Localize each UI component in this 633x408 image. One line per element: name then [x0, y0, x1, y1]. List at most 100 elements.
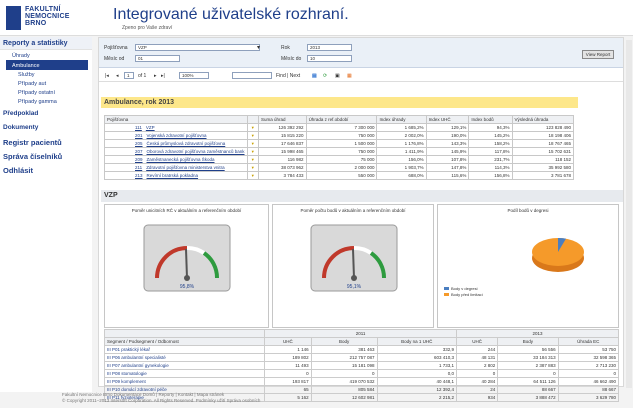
insurer-name-link[interactable]: Revírní bratrská pokladna	[147, 173, 199, 178]
sidebar-item-sluzby[interactable]: Služby	[0, 70, 92, 79]
sidebar-item-odhlasit[interactable]: Odhlásit	[0, 162, 92, 176]
mesic-do-input[interactable]: 10	[307, 55, 352, 62]
mesic-do-label: Měsíc do	[281, 56, 302, 62]
drilldown-icon[interactable]: ▾	[246, 139, 259, 148]
sidebar-item-uhrady[interactable]: Úhrady	[0, 50, 92, 60]
section-title: VZP	[101, 190, 623, 202]
mesic-od-label: Měsíc od	[104, 56, 125, 62]
gauge-panel-points: Poměr počtu bodů v aktuálním a referenčn…	[272, 204, 434, 328]
table-cell: 189 802	[264, 353, 312, 362]
sidebar-item-ambulance[interactable]: Ambulance	[6, 60, 88, 70]
mesic-od-input[interactable]: 01	[135, 55, 180, 62]
insurer-code-link[interactable]: 207	[135, 149, 143, 154]
table-row: 209 Zaměstnanecká pojišťovna Škoda ▾ 116 98…	[104, 155, 575, 164]
parameters-bar: Pojišťovna VZP ▾ Měsíc od 01 Rok 2013 Mě…	[99, 38, 623, 68]
table-cell: 0	[310, 369, 378, 378]
table-cell[interactable]: III P08 stomatologie	[104, 369, 265, 378]
insurer-code-link[interactable]: 201	[135, 133, 143, 138]
sidebar-item-sprava[interactable]: Správa číselníků	[0, 148, 92, 162]
gauge-value: 95,1%	[347, 284, 362, 290]
insurer-name-link[interactable]: Vojenská zdravotní pojišťovna	[147, 133, 207, 138]
table-cell: 56 556	[497, 345, 559, 354]
table-cell: 145,2%	[468, 131, 513, 140]
table-cell: 0	[497, 369, 559, 378]
table-cell: 24	[456, 385, 499, 394]
table-cell: 114,3%	[468, 163, 513, 172]
table-cell: 190,0%	[425, 131, 470, 140]
insurer-name-link[interactable]: Česká průmyslová zdravotní pojišťovna	[147, 141, 226, 146]
report-toolbar: |◂ ◂ 1 of 1 ▸ ▸| 100% Find | Next ▤ ⟳ ▣ …	[99, 70, 623, 82]
legend-swatch-degrese	[444, 287, 449, 290]
last-page-icon[interactable]: ▸|	[161, 73, 165, 79]
table-cell: 2 387 883	[497, 361, 559, 370]
table-cell: 46 662 490	[557, 377, 620, 386]
logo-line: NEMOCNICE	[25, 13, 70, 20]
table-cell[interactable]: III P09 komplement	[104, 377, 265, 386]
rok-input[interactable]: 2013	[307, 44, 352, 51]
col-header: Úhrada z ref.období	[305, 115, 378, 124]
table-cell: 1 685,2%	[376, 123, 427, 132]
insurer-name-link[interactable]: Oborová zdravotní pojišťovna zaměstnanců…	[147, 149, 245, 154]
first-page-icon[interactable]: |◂	[105, 73, 109, 79]
insurer-name-link[interactable]: VZP	[146, 125, 155, 130]
find-next-link[interactable]: Find | Next	[276, 73, 300, 79]
drilldown-icon[interactable]: ▾	[246, 171, 259, 180]
sidebar-item-dokumenty[interactable]: Dokumenty	[0, 120, 92, 134]
export-icon[interactable]: ▤	[312, 73, 317, 79]
sidebar-item-pripady-ostatni[interactable]: Případy ostatní	[0, 88, 92, 97]
table-row: 205 Česká průmyslová zdravotní pojišťovna…	[104, 139, 575, 148]
col-header	[104, 329, 265, 338]
table-cell: 158,2%	[468, 139, 513, 148]
sidebar-section-reports[interactable]: Reporty a statistiky	[0, 37, 92, 50]
chevron-down-icon[interactable]: ▾	[257, 44, 260, 51]
find-input[interactable]	[232, 72, 272, 79]
insurer-code-link[interactable]: 111	[135, 125, 142, 130]
table-cell: 1 411,9%	[376, 147, 427, 156]
drilldown-icon[interactable]: ▾	[246, 155, 259, 164]
drilldown-icon[interactable]: ▾	[246, 131, 259, 140]
table-cell: 193 817	[264, 377, 312, 386]
gauge-needle	[352, 248, 355, 279]
insurer-name-link[interactable]: Zaměstnanecká pojišťovna Škoda	[147, 157, 215, 162]
table-cell: 147,8%	[425, 163, 470, 172]
table-cell: 1 903,7%	[376, 163, 427, 172]
table-row: III P08 stomatologie 0 0 0,0 0 0 0	[104, 369, 620, 378]
insurer-code-link[interactable]: 209	[135, 157, 143, 162]
table-cell: 126 392 292	[258, 123, 307, 132]
table-cell: 332,9	[376, 345, 458, 354]
feed-icon[interactable]: ▦	[347, 73, 352, 79]
table-cell[interactable]: III P01 praktický lékař	[104, 345, 265, 354]
table-cell: 1 500 000	[305, 139, 378, 148]
scrollbar[interactable]	[626, 40, 632, 388]
refresh-icon[interactable]: ⟳	[323, 73, 327, 79]
table-cell[interactable]: III P07 ambulantní gynekologie	[104, 361, 265, 370]
table-cell: 5 162	[264, 393, 312, 402]
insurer-code-link[interactable]: 211	[135, 165, 142, 170]
prev-page-icon[interactable]: ◂	[116, 73, 119, 79]
view-report-button[interactable]: View Report	[582, 50, 614, 59]
table-cell: 2 000 000	[305, 163, 378, 172]
sidebar-item-registr[interactable]: Registr pacientů	[0, 134, 92, 148]
table-cell[interactable]: III P06 ambulantní specialisté	[104, 353, 265, 362]
sidebar-item-pripady-aut[interactable]: Případy aut	[0, 79, 92, 88]
table-cell: 15 181 098	[310, 361, 378, 370]
drilldown-icon[interactable]: ▾	[246, 163, 259, 172]
zoom-select[interactable]: 100%	[179, 72, 209, 79]
next-page-icon[interactable]: ▸	[154, 73, 157, 79]
insurer-name-link[interactable]: Zdravotní pojišťovna ministerstva vnitra	[146, 165, 224, 170]
insurer-code-link[interactable]: 205	[135, 141, 143, 146]
pojistovna-select[interactable]: VZP	[135, 44, 260, 51]
page-count: of 1	[138, 73, 147, 79]
insurer-code-link[interactable]: 213	[135, 173, 143, 178]
table-cell: 205 Česká průmyslová zdravotní pojišťovna	[104, 139, 248, 148]
sidebar-item-pripady-gamma[interactable]: Případy gamma	[0, 97, 92, 106]
report-title: Ambulance, rok 2013	[101, 97, 578, 108]
page-input[interactable]: 1	[124, 72, 134, 79]
drilldown-icon[interactable]: ▾	[246, 123, 259, 132]
drilldown-icon[interactable]: ▾	[246, 147, 259, 156]
pie-panel-degrese: Podíl bodů v degresi Body v degresi Body…	[437, 204, 619, 328]
sidebar-item-predpoklad[interactable]: Předpoklad	[0, 106, 92, 120]
table-cell: 2 002,0%	[376, 131, 427, 140]
table-cell: 35 992 580	[511, 163, 575, 172]
print-icon[interactable]: ▣	[335, 73, 340, 79]
